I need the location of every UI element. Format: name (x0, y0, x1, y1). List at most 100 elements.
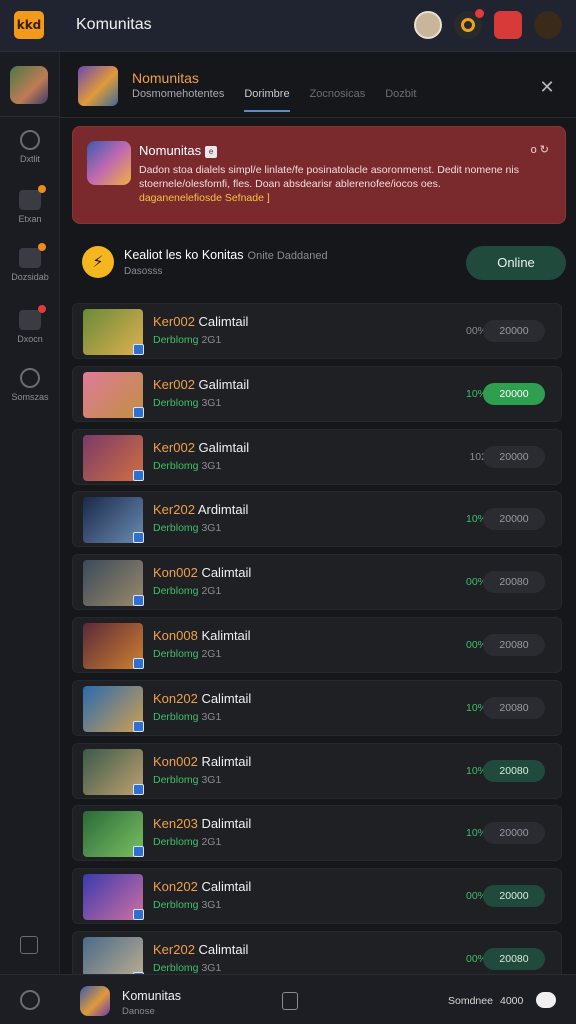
main-content: Nomunitas Dosmomehotentes Dorimbre Zocno… (60, 52, 576, 987)
unread-dot (38, 305, 46, 313)
channel-subtitle: Derblomg 2G1 (153, 836, 222, 849)
notification-badge (475, 9, 484, 18)
list-item[interactable]: Kon002 Ralimtail Derblomg 3G1 10% 20080 (72, 742, 562, 799)
status-row: ⚡ Kealiot les ko Konitas Onite Daddaned D… (72, 238, 566, 288)
channel-count-pill[interactable]: 20000 (483, 445, 545, 468)
channel-title: Ker202 Ardimtail (153, 502, 249, 518)
announcement-title: Nomunitas e (139, 143, 218, 158)
channel-badge-icon (133, 595, 144, 607)
channel-badge-icon (133, 657, 144, 669)
status-title: Kealiot les ko Konitas Onite Daddaned (124, 248, 328, 262)
channel-badge-icon (133, 532, 144, 544)
channel-list: Ker002 Calimtail Derblomg 2G1 00% 20000 Ker0… (72, 303, 562, 994)
community-name: Nomunitas (132, 70, 199, 86)
bottom-name: Komunitas (122, 989, 182, 1003)
channel-count-pill[interactable]: 20000 (483, 822, 545, 845)
help-icon[interactable] (20, 936, 38, 954)
channel-title: Kon202 Calimtail (153, 879, 252, 895)
list-item[interactable]: Kon202 Calimtail Derblomg 3G1 00% 20000 (72, 868, 562, 925)
sidebar-item-chat[interactable]: Etxan (0, 185, 60, 224)
status-subtitle: Dasosss (124, 266, 163, 277)
bottom-status-text: Somdnee (448, 995, 493, 1007)
channel-count-pill[interactable]: 20080 (483, 571, 545, 594)
video-icon (19, 305, 46, 330)
channel-subtitle: Derblomg 3G1 (153, 899, 222, 912)
list-item[interactable]: Ken203 Dalimtail Derblomg 2G1 10% 20000 (72, 805, 562, 862)
left-sidebar: Dxtlit Etxan Dozsidab Dxocn Somszas (0, 52, 60, 1024)
channel-count-pill[interactable]: 20080 (483, 947, 545, 970)
channel-count-pill[interactable]: 20080 (483, 633, 545, 656)
channel-title: Ker002 Galimtail (153, 376, 250, 392)
close-icon[interactable]: ✕ (538, 78, 556, 96)
channel-subtitle: Derblomg 3G1 (153, 961, 222, 974)
lightning-icon: ⚡ (82, 246, 114, 278)
channel-title: Kon002 Ralimtail (153, 753, 252, 769)
profile-avatar-icon[interactable] (414, 11, 442, 39)
bottom-count: 4000 (500, 995, 524, 1007)
sidebar-item-discover[interactable]: Dxtlit (0, 130, 60, 164)
channel-badge-icon (133, 909, 144, 921)
tab-about[interactable]: Dozbit (385, 88, 416, 112)
tab-posts[interactable]: Dosmomehotentes (132, 88, 224, 112)
list-item[interactable]: Ker002 Galimtail Derblomg 3G1 10% 20000 (72, 365, 562, 422)
announcement-more-button[interactable]: o ↻ (531, 143, 549, 156)
channel-count-pill[interactable]: 20000 (483, 320, 545, 342)
sidebar-item-label: Somszas (11, 392, 49, 402)
unread-dot (38, 185, 46, 193)
channel-subtitle: Derblomg 3G1 (153, 396, 222, 409)
home-icon[interactable] (20, 990, 40, 1010)
server-avatar[interactable] (10, 66, 48, 104)
list-item[interactable]: Kon002 Calimtail Derblomg 2G1 00% 20080 (72, 554, 562, 611)
channel-title: Ker002 Calimtail (153, 314, 249, 329)
channel-title: Ker002 Galimtail (153, 439, 250, 455)
list-item[interactable]: Ker002 Galimtail Derblomg 3G1 102 20000 (72, 428, 562, 485)
list-item[interactable]: Ker002 Calimtail Derblomg 2G1 00% 20000 (72, 303, 562, 359)
bottom-bar: Komunitas Danose Somdnee 4000 (0, 974, 576, 1024)
shop-icon[interactable] (494, 11, 522, 39)
channel-subtitle: Derblomg 2G1 (153, 647, 222, 660)
notification-icon[interactable] (454, 9, 484, 39)
channel-subtitle: Derblomg 3G1 (153, 522, 222, 535)
announcement-link[interactable]: daganenelefiosde Sefnade ] (139, 192, 270, 204)
announcement-body: Dadon stoa dialels simpl/e linlate/fe po… (139, 164, 519, 204)
games-icon (19, 243, 46, 268)
channel-title: Ker202 Calimtail (153, 941, 249, 957)
bottom-avatar[interactable] (80, 986, 110, 1016)
channel-title: Kon202 Calimtail (153, 690, 252, 706)
list-item[interactable]: Kon202 Calimtail Derblomg 3G1 10% 20080 (72, 679, 562, 736)
channel-count-pill[interactable]: 20080 (483, 759, 545, 782)
sidebar-item-label: Dxtlit (20, 154, 40, 164)
community-avatar[interactable] (78, 66, 118, 106)
channel-title: Kon002 Calimtail (153, 565, 252, 581)
tab-topics[interactable]: Zocnosicas (310, 88, 366, 112)
sidebar-item-video[interactable]: Dxocn (0, 305, 60, 344)
channel-badge-icon (133, 783, 144, 795)
list-item[interactable]: Kon008 Kalimtail Derblomg 2G1 00% 20080 (72, 616, 562, 673)
sidebar-item-label: Etxan (18, 214, 42, 224)
sidebar-item-label: Dxocn (17, 334, 43, 344)
user-menu-icon[interactable] (534, 11, 562, 39)
list-item[interactable]: Ker202 Ardimtail Derblomg 3G1 10% 20000 (72, 491, 562, 548)
sidebar-item-settings[interactable]: Somszas (0, 368, 60, 402)
channel-subtitle: Derblomg 3G1 (153, 459, 222, 472)
sidebar-item-games[interactable]: Dozsidab (0, 243, 60, 282)
channel-badge-icon (133, 406, 144, 418)
announcement-card: Nomunitas e o ↻ Dadon stoa dialels simpl/… (72, 126, 566, 224)
channel-subtitle: Derblomg 3G1 (153, 710, 222, 723)
channel-subtitle: Derblomg 2G1 (153, 585, 222, 598)
channel-count-pill[interactable]: 20000 (483, 508, 545, 531)
channel-count-pill[interactable]: 20080 (483, 696, 545, 719)
channel-title: Kon008 Kalimtail (153, 627, 251, 643)
tab-members[interactable]: Dorimbre (244, 88, 290, 112)
app-logo[interactable]: kkd (14, 11, 44, 39)
clipboard-icon[interactable] (282, 992, 298, 1010)
controller-icon[interactable] (536, 992, 556, 1008)
channel-count-pill[interactable]: 20000 (483, 885, 545, 908)
top-icons (414, 9, 562, 39)
chat-icon (19, 185, 46, 210)
channel-count-pill[interactable]: 20000 (483, 382, 545, 405)
top-bar: kkd Komunitas (0, 0, 576, 52)
online-button[interactable]: Online (466, 246, 566, 280)
verified-icon: e (205, 145, 218, 158)
settings-icon (20, 368, 40, 388)
